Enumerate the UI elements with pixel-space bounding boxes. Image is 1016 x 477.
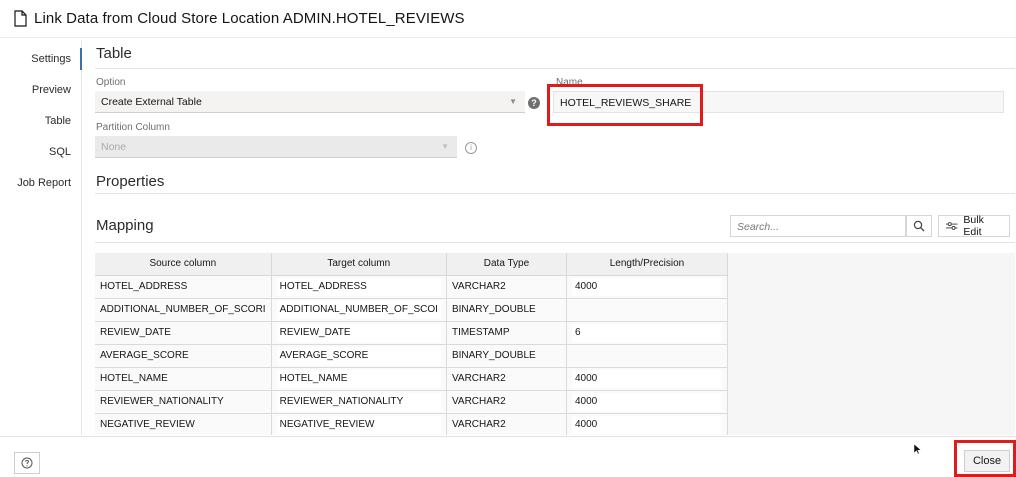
length-cell[interactable]: 4000 bbox=[566, 390, 728, 414]
info-icon[interactable]: i bbox=[465, 142, 477, 154]
mapping-section-divider bbox=[95, 242, 1015, 243]
target-column-input[interactable]: REVIEWER_NATIONALITY bbox=[276, 392, 441, 411]
source-column-cell: REVIEWER_NATIONALITY bbox=[95, 390, 272, 414]
nav-item-table[interactable]: Table bbox=[45, 115, 71, 127]
properties-section-heading[interactable]: Properties bbox=[96, 173, 164, 190]
partition-column-select: None ▼ bbox=[95, 136, 457, 158]
table-section-heading: Table bbox=[96, 45, 132, 62]
data-type-cell[interactable]: VARCHAR2 bbox=[446, 367, 567, 391]
nav-item-job-report[interactable]: Job Report bbox=[17, 177, 71, 189]
dialog-title: Link Data from Cloud Store Location ADMI… bbox=[34, 10, 465, 27]
source-column-cell: ADDITIONAL_NUMBER_OF_SCORI bbox=[95, 298, 272, 322]
target-column-cell[interactable]: HOTEL_ADDRESS bbox=[271, 275, 447, 299]
target-column-input[interactable]: HOTEL_NAME bbox=[276, 369, 441, 388]
table-header-row: Source column Target column Data Type Le… bbox=[95, 253, 728, 276]
table-row: ADDITIONAL_NUMBER_OF_SCORI ADDITIONAL_NU… bbox=[95, 298, 728, 322]
target-column-cell[interactable]: ADDITIONAL_NUMBER_OF_SCOI bbox=[271, 298, 447, 322]
document-icon bbox=[14, 10, 27, 27]
column-header-source[interactable]: Source column bbox=[95, 253, 272, 276]
target-column-input[interactable]: AVERAGE_SCORE bbox=[276, 346, 441, 365]
table-row: AVERAGE_SCORE AVERAGE_SCORE BINARY_DOUBL… bbox=[95, 344, 728, 368]
length-cell[interactable]: 4000 bbox=[566, 275, 728, 299]
search-icon bbox=[913, 220, 925, 232]
chevron-down-icon: ▼ bbox=[441, 142, 449, 151]
source-column-cell: REVIEW_DATE bbox=[95, 321, 272, 345]
nav-item-settings[interactable]: Settings bbox=[31, 48, 82, 70]
length-cell[interactable]: 4000 bbox=[566, 367, 728, 391]
bulk-edit-label: Bulk Edit bbox=[963, 214, 984, 238]
nav-item-sql[interactable]: SQL bbox=[49, 146, 71, 158]
length-cell[interactable] bbox=[566, 344, 728, 368]
dialog-footer bbox=[0, 436, 1016, 477]
bulk-edit-button[interactable]: Bulk Edit bbox=[938, 214, 1010, 238]
properties-section-divider bbox=[95, 193, 1015, 194]
source-column-cell: AVERAGE_SCORE bbox=[95, 344, 272, 368]
length-cell[interactable]: 6 bbox=[566, 321, 728, 345]
length-cell[interactable] bbox=[566, 298, 728, 322]
source-column-cell: NEGATIVE_REVIEW bbox=[95, 413, 272, 435]
target-column-input[interactable]: REVIEW_DATE bbox=[276, 323, 441, 342]
mapping-table: Source column Target column Data Type Le… bbox=[95, 253, 728, 435]
data-type-cell[interactable]: BINARY_DOUBLE bbox=[446, 344, 567, 368]
length-input[interactable]: 4000 bbox=[571, 415, 722, 434]
option-label: Option bbox=[96, 77, 126, 88]
partition-column-label: Partition Column bbox=[96, 122, 170, 133]
source-column-cell: HOTEL_ADDRESS bbox=[95, 275, 272, 299]
column-header-target[interactable]: Target column bbox=[271, 253, 447, 276]
close-highlight-box bbox=[954, 440, 1016, 477]
length-input[interactable]: 6 bbox=[571, 323, 722, 342]
length-input[interactable]: 4000 bbox=[571, 369, 722, 388]
column-header-length-precision[interactable]: Length/Precision bbox=[566, 253, 728, 276]
grid-empty-area bbox=[701, 253, 1015, 435]
help-icon[interactable]: ? bbox=[528, 97, 540, 109]
mapping-search-input[interactable]: Search... bbox=[730, 215, 906, 237]
link-data-dialog: Link Data from Cloud Store Location ADMI… bbox=[0, 0, 1016, 477]
target-column-input[interactable]: NEGATIVE_REVIEW bbox=[276, 415, 441, 434]
data-type-cell[interactable]: VARCHAR2 bbox=[446, 390, 567, 414]
dialog-titlebar: Link Data from Cloud Store Location ADMI… bbox=[0, 0, 1016, 38]
target-column-cell[interactable]: HOTEL_NAME bbox=[271, 367, 447, 391]
mapping-grid: Source column Target column Data Type Le… bbox=[95, 253, 1015, 435]
table-row: HOTEL_ADDRESS HOTEL_ADDRESS VARCHAR2 400… bbox=[95, 275, 728, 299]
name-highlight-box bbox=[547, 84, 703, 126]
option-select[interactable]: Create External Table ▼ bbox=[95, 91, 525, 113]
data-type-cell[interactable]: TIMESTAMP bbox=[446, 321, 567, 345]
data-type-cell[interactable]: VARCHAR2 bbox=[446, 413, 567, 435]
target-column-cell[interactable]: REVIEWER_NATIONALITY bbox=[271, 390, 447, 414]
target-column-cell[interactable]: REVIEW_DATE bbox=[271, 321, 447, 345]
mapping-section-heading: Mapping bbox=[96, 217, 154, 234]
search-button[interactable] bbox=[906, 215, 932, 237]
table-row: REVIEW_DATE REVIEW_DATE TIMESTAMP 6 bbox=[95, 321, 728, 345]
side-navigation: Settings Preview Table SQL Job Report bbox=[0, 40, 82, 435]
length-input[interactable]: 4000 bbox=[571, 277, 722, 296]
target-column-input[interactable]: ADDITIONAL_NUMBER_OF_SCOI bbox=[276, 300, 441, 319]
partition-column-value: None bbox=[101, 141, 127, 153]
target-column-cell[interactable]: NEGATIVE_REVIEW bbox=[271, 413, 447, 435]
source-column-cell: HOTEL_NAME bbox=[95, 367, 272, 391]
table-section-divider bbox=[95, 68, 1015, 69]
footer-help-button[interactable] bbox=[14, 452, 40, 474]
table-row: NEGATIVE_REVIEW NEGATIVE_REVIEW VARCHAR2… bbox=[95, 413, 728, 435]
data-type-cell[interactable]: BINARY_DOUBLE bbox=[446, 298, 567, 322]
target-column-input[interactable]: HOTEL_ADDRESS bbox=[276, 277, 441, 296]
table-row: REVIEWER_NATIONALITY REVIEWER_NATIONALIT… bbox=[95, 390, 728, 414]
mapping-search-placeholder: Search... bbox=[737, 221, 780, 233]
data-type-cell[interactable]: VARCHAR2 bbox=[446, 275, 567, 299]
chevron-down-icon: ▼ bbox=[509, 97, 517, 106]
column-header-data-type[interactable]: Data Type bbox=[446, 253, 567, 276]
length-cell[interactable]: 4000 bbox=[566, 413, 728, 435]
target-column-cell[interactable]: AVERAGE_SCORE bbox=[271, 344, 447, 368]
length-input[interactable]: 4000 bbox=[571, 392, 722, 411]
option-select-value: Create External Table bbox=[101, 96, 202, 108]
table-row: HOTEL_NAME HOTEL_NAME VARCHAR2 4000 bbox=[95, 367, 728, 391]
question-icon bbox=[21, 457, 33, 469]
mouse-cursor-icon bbox=[914, 444, 921, 455]
nav-item-preview[interactable]: Preview bbox=[32, 84, 71, 96]
sliders-icon bbox=[945, 222, 958, 230]
